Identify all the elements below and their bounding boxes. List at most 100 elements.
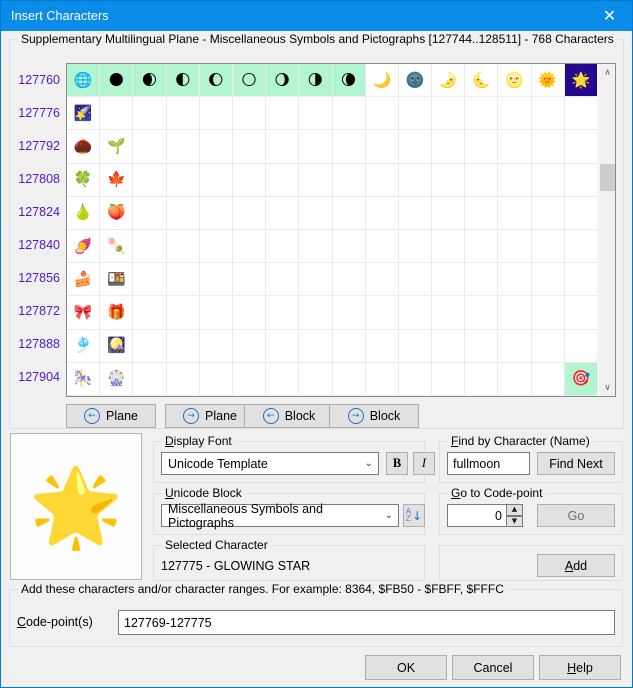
character-cell[interactable] (199, 329, 233, 363)
character-cell[interactable] (498, 362, 532, 396)
character-cell[interactable]: 🍁 (100, 163, 134, 197)
character-cell[interactable]: 🌰 (67, 130, 101, 164)
chevron-up-icon[interactable]: ∧ (599, 64, 616, 81)
character-cell[interactable] (465, 296, 499, 330)
character-cell[interactable] (398, 97, 433, 131)
character-cell[interactable] (465, 130, 499, 164)
character-cell[interactable] (133, 196, 167, 230)
character-cell[interactable]: 🌚 (398, 64, 433, 98)
character-cell[interactable] (232, 296, 267, 330)
character-cell[interactable] (166, 329, 200, 363)
character-cell[interactable] (498, 163, 532, 197)
character-cell[interactable] (299, 329, 333, 363)
character-cell[interactable] (531, 163, 565, 197)
character-cell[interactable]: 🎡 (100, 362, 134, 396)
character-cell[interactable] (465, 362, 499, 396)
character-cell[interactable] (232, 130, 267, 164)
character-cell[interactable] (199, 196, 233, 230)
character-cell[interactable] (432, 263, 466, 297)
character-cell[interactable] (365, 163, 399, 197)
character-cell[interactable]: 🌱 (100, 130, 134, 164)
character-cell[interactable]: 🎑 (100, 329, 134, 363)
character-cell[interactable] (266, 196, 300, 230)
character-cell[interactable]: 🎀 (67, 296, 101, 330)
character-cell[interactable]: 🎁 (100, 296, 134, 330)
character-cell[interactable] (398, 130, 433, 164)
character-cell[interactable] (133, 130, 167, 164)
cancel-button[interactable]: Cancel (452, 655, 534, 680)
character-cell[interactable] (299, 296, 333, 330)
character-cell[interactable]: 🍡 (100, 230, 134, 264)
ok-button[interactable]: OK (365, 655, 447, 680)
character-cell[interactable] (365, 296, 399, 330)
find-next-button[interactable]: Find Next (537, 452, 615, 475)
character-cell[interactable] (498, 329, 532, 363)
unicode-block-select[interactable]: Miscellaneous Symbols and Pictographs ⌄ (161, 502, 399, 530)
character-cell[interactable] (531, 263, 565, 297)
grid-cells[interactable]: 🌐 🌑 🌒 🌓 🌔 🌕 🌖 🌗 🌘 🌙 🌚 🌛 🌜 🌝 🌞 🌟 🌠 🌰 🌱 🍀 🍁 🍐 🍑 🍠 🍡 🍰 🍱 🎀 🎁 🎐 🎑 🎠 🎡 🎯 (67, 64, 598, 396)
character-cell[interactable] (531, 362, 565, 396)
character-cell[interactable] (564, 329, 598, 363)
bold-toggle-button[interactable]: B (386, 452, 408, 475)
character-cell[interactable] (564, 296, 598, 330)
character-cell[interactable] (498, 296, 532, 330)
character-cell[interactable]: 🌟 (564, 64, 598, 98)
character-cell[interactable]: 🌕 (232, 64, 267, 98)
character-cell[interactable] (432, 130, 466, 164)
close-icon[interactable]: ✕ (587, 1, 632, 31)
stepper-down-icon[interactable]: ▼ (506, 515, 523, 527)
character-cell[interactable] (365, 97, 399, 131)
character-cell[interactable] (332, 296, 366, 330)
character-cell[interactable] (564, 130, 598, 164)
character-cell[interactable] (299, 263, 333, 297)
character-cell[interactable] (564, 263, 598, 297)
character-cell[interactable] (564, 97, 598, 131)
character-cell[interactable]: 🌛 (432, 64, 466, 98)
character-cell[interactable] (266, 362, 300, 396)
character-cell[interactable] (564, 230, 598, 264)
character-cell[interactable] (332, 230, 366, 264)
character-cell[interactable] (199, 362, 233, 396)
character-cell[interactable] (166, 296, 200, 330)
character-cell[interactable] (133, 230, 167, 264)
character-cell[interactable] (232, 329, 267, 363)
character-cell[interactable] (266, 263, 300, 297)
character-cell[interactable]: 🎐 (67, 329, 101, 363)
character-cell[interactable] (398, 263, 433, 297)
character-cell[interactable]: 🌖 (266, 64, 300, 98)
character-cell[interactable] (531, 230, 565, 264)
character-cell[interactable] (398, 362, 433, 396)
character-cell[interactable] (498, 97, 532, 131)
character-cell[interactable] (564, 196, 598, 230)
character-cell[interactable] (398, 296, 433, 330)
character-grid[interactable]: 127760 127776 127792 127808 127824 127840 1278… (18, 63, 616, 397)
character-cell[interactable]: 🌞 (531, 64, 565, 98)
character-cell[interactable] (232, 163, 267, 197)
character-cell[interactable] (100, 97, 134, 131)
character-cell[interactable]: 🍀 (67, 163, 101, 197)
character-cell[interactable]: 🌠 (67, 97, 101, 131)
codepoints-input[interactable]: 127769-127775 (118, 610, 615, 635)
character-cell[interactable] (166, 130, 200, 164)
character-cell[interactable]: 🌐 (67, 64, 101, 98)
character-cell[interactable] (365, 362, 399, 396)
character-cell[interactable] (299, 130, 333, 164)
character-cell[interactable] (365, 230, 399, 264)
character-cell[interactable]: 🍰 (67, 263, 101, 297)
scrollbar-thumb[interactable] (600, 164, 615, 191)
character-cell[interactable] (432, 329, 466, 363)
goto-codepoint-input[interactable]: 0 (447, 504, 507, 527)
character-cell[interactable] (398, 163, 433, 197)
character-cell[interactable] (332, 263, 366, 297)
character-cell[interactable] (465, 97, 499, 131)
italic-toggle-button[interactable]: I (413, 452, 435, 475)
character-cell[interactable] (166, 196, 200, 230)
help-button[interactable]: Help (539, 655, 621, 680)
character-cell[interactable] (133, 296, 167, 330)
character-cell[interactable] (465, 329, 499, 363)
character-cell[interactable] (498, 263, 532, 297)
character-cell[interactable] (266, 230, 300, 264)
character-cell[interactable] (365, 263, 399, 297)
character-cell[interactable] (199, 97, 233, 131)
go-button[interactable]: Go (537, 504, 615, 527)
